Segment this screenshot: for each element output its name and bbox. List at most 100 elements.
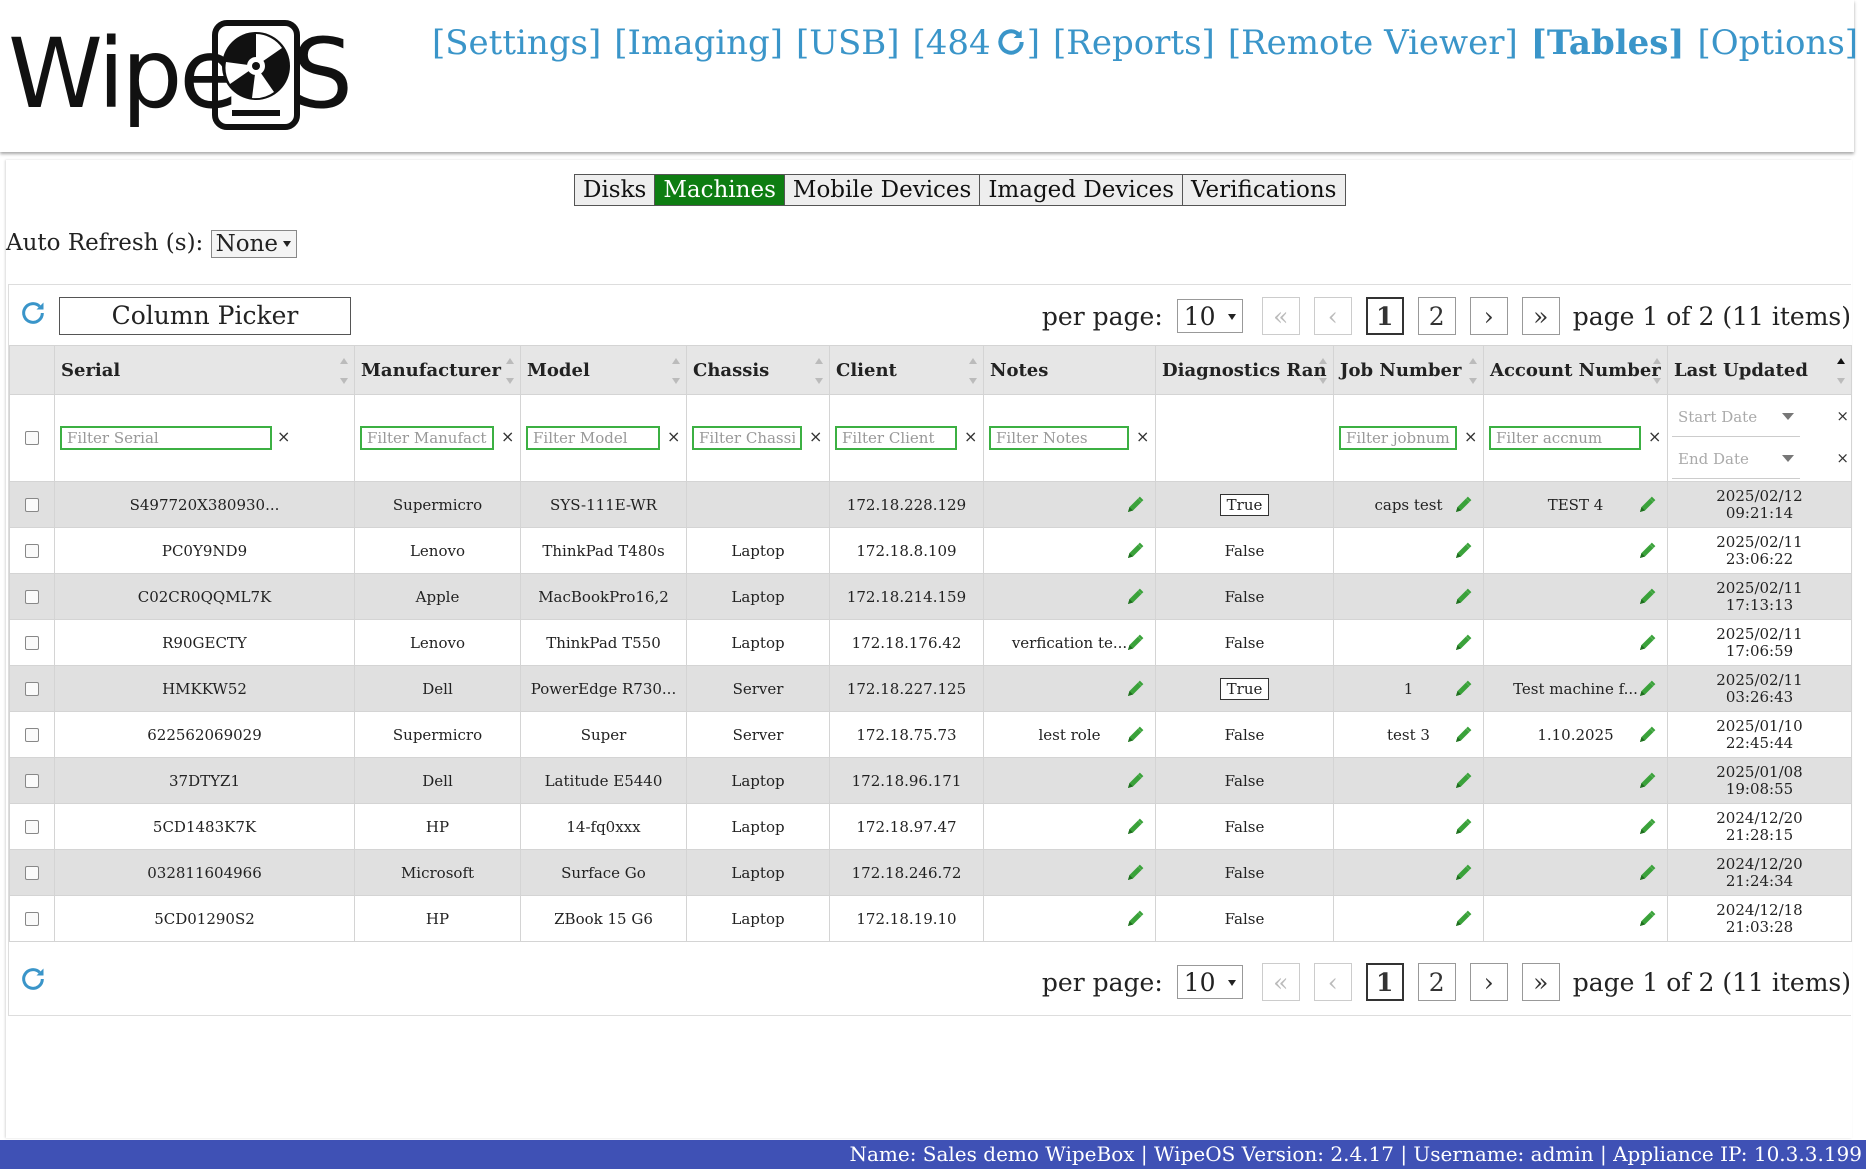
row-checkbox[interactable] (25, 865, 39, 880)
edit-pencil-icon[interactable] (1453, 495, 1473, 515)
page-2-button[interactable]: 2 (1417, 963, 1456, 1001)
nav-remote-viewer[interactable]: [Remote Viewer] (1228, 23, 1518, 63)
edit-pencil-icon[interactable] (1125, 771, 1145, 791)
edit-pencil-icon[interactable] (1125, 817, 1145, 837)
page-1-button[interactable]: 1 (1365, 963, 1404, 1001)
table-row[interactable]: 032811604966 Microsoft Surface Go Laptop 172… (9, 849, 1852, 896)
row-checkbox[interactable] (25, 911, 39, 926)
edit-pencil-icon[interactable] (1453, 725, 1473, 745)
auto-refresh-select[interactable]: None (210, 230, 298, 258)
clear-filter-icon[interactable]: × (809, 427, 822, 446)
clear-filter-icon[interactable]: × (277, 427, 290, 446)
row-checkbox[interactable] (25, 497, 39, 512)
clear-filter-icon[interactable]: × (1648, 427, 1661, 446)
page-1-button[interactable]: 1 (1365, 297, 1404, 335)
nav-device-count[interactable]: [484] (913, 23, 1040, 63)
nav-settings[interactable]: [Settings] (432, 23, 601, 63)
row-checkbox[interactable] (25, 543, 39, 558)
tab-imaged-devices[interactable]: Imaged Devices (979, 175, 1183, 205)
edit-pencil-icon[interactable] (1637, 633, 1657, 653)
column-header-serial[interactable]: Serial (54, 345, 355, 395)
edit-pencil-icon[interactable] (1637, 587, 1657, 607)
tab-disks[interactable]: Disks (575, 175, 655, 205)
column-header-last-updated[interactable]: Last Updated (1667, 345, 1852, 395)
edit-pencil-icon[interactable] (1125, 587, 1145, 607)
nav-options[interactable]: [Options] (1698, 23, 1859, 63)
refresh-icon[interactable] (19, 965, 47, 993)
edit-pencil-icon[interactable] (1125, 541, 1145, 561)
first-page-button[interactable]: « (1261, 963, 1300, 1001)
edit-pencil-icon[interactable] (1637, 495, 1657, 515)
filter-notes-input[interactable] (989, 426, 1129, 450)
clear-filter-icon[interactable]: × (1464, 427, 1477, 446)
edit-pencil-icon[interactable] (1637, 863, 1657, 883)
column-header-job-number[interactable]: Job Number (1333, 345, 1484, 395)
row-checkbox[interactable] (25, 635, 39, 650)
clear-start-date-icon[interactable]: × (1836, 407, 1849, 425)
column-header-chassis[interactable]: Chassis (686, 345, 830, 395)
filter-client-input[interactable] (835, 426, 957, 450)
sort-icon[interactable] (969, 358, 977, 384)
edit-pencil-icon[interactable] (1453, 817, 1473, 837)
filter-jobnum-input[interactable] (1339, 426, 1457, 450)
nav-usb[interactable]: [USB] (796, 23, 899, 63)
clear-filter-icon[interactable]: × (501, 427, 514, 446)
sort-icon[interactable] (1319, 358, 1327, 384)
edit-pencil-icon[interactable] (1637, 817, 1657, 837)
edit-pencil-icon[interactable] (1453, 909, 1473, 929)
tab-machines[interactable]: Machines (654, 175, 784, 205)
per-page-select[interactable]: 10 (1176, 965, 1243, 999)
sort-icon[interactable] (672, 358, 680, 384)
next-page-button[interactable]: › (1469, 963, 1508, 1001)
table-row[interactable]: 622562069029 Supermicro Super Server 172.18.… (9, 711, 1852, 758)
edit-pencil-icon[interactable] (1453, 771, 1473, 791)
column-header-notes[interactable]: Notes (983, 345, 1156, 395)
sort-icon[interactable] (1469, 358, 1477, 384)
table-row[interactable]: 5CD1483K7K HP 14-fq0xxx Laptop 172.18.97.47 F… (9, 803, 1852, 850)
last-page-button[interactable]: » (1521, 297, 1560, 335)
end-date-picker[interactable]: End Date (1672, 439, 1800, 479)
filter-accnum-input[interactable] (1489, 426, 1641, 450)
select-all-checkbox[interactable] (25, 431, 39, 445)
clear-filter-icon[interactable]: × (667, 427, 680, 446)
page-2-button[interactable]: 2 (1417, 297, 1456, 335)
edit-pencil-icon[interactable] (1125, 725, 1145, 745)
sort-icon[interactable] (340, 358, 348, 384)
edit-pencil-icon[interactable] (1125, 679, 1145, 699)
edit-pencil-icon[interactable] (1125, 909, 1145, 929)
tab-mobile-devices[interactable]: Mobile Devices (783, 175, 980, 205)
edit-pencil-icon[interactable] (1637, 679, 1657, 699)
edit-pencil-icon[interactable] (1453, 541, 1473, 561)
edit-pencil-icon[interactable] (1637, 725, 1657, 745)
filter-chassis-input[interactable] (692, 426, 802, 450)
diagnostics-true-button[interactable]: True (1219, 677, 1270, 700)
table-row[interactable]: 5CD01290S2 HP ZBook 15 G6 Laptop 172.18.19.1… (9, 895, 1852, 942)
nav-imaging[interactable]: [Imaging] (614, 23, 783, 63)
sort-icon[interactable] (1653, 358, 1661, 384)
table-row[interactable]: HMKKW52 Dell PowerEdge R730... Server 172.18… (9, 665, 1852, 712)
edit-pencil-icon[interactable] (1125, 633, 1145, 653)
edit-pencil-icon[interactable] (1453, 633, 1473, 653)
column-header-account-number[interactable]: Account Number (1483, 345, 1668, 395)
filter-serial-input[interactable] (60, 426, 272, 450)
prev-page-button[interactable]: ‹ (1313, 297, 1352, 335)
sort-icon[interactable] (506, 358, 514, 384)
table-row[interactable]: C02CR0QQML7K Apple MacBookPro16,2 Laptop 172… (9, 573, 1852, 620)
filter-manufacturer-input[interactable] (360, 426, 494, 450)
first-page-button[interactable]: « (1261, 297, 1300, 335)
filter-model-input[interactable] (526, 426, 660, 450)
edit-pencil-icon[interactable] (1125, 495, 1145, 515)
row-checkbox[interactable] (25, 589, 39, 604)
edit-pencil-icon[interactable] (1637, 771, 1657, 791)
column-header-diagnostics[interactable]: Diagnostics Ran (1155, 345, 1334, 395)
edit-pencil-icon[interactable] (1453, 863, 1473, 883)
column-header-client[interactable]: Client (829, 345, 984, 395)
start-date-picker[interactable]: Start Date (1672, 397, 1800, 437)
column-header-manufacturer[interactable]: Manufacturer (354, 345, 521, 395)
clear-filter-icon[interactable]: × (1136, 427, 1149, 446)
table-row[interactable]: S497720X380930... Supermicro SYS-111E-WR 17… (9, 481, 1852, 528)
table-row[interactable]: PC0Y9ND9 Lenovo ThinkPad T480s Laptop 172.18… (9, 527, 1852, 574)
clear-filter-icon[interactable]: × (964, 427, 977, 446)
row-checkbox[interactable] (25, 773, 39, 788)
prev-page-button[interactable]: ‹ (1313, 963, 1352, 1001)
